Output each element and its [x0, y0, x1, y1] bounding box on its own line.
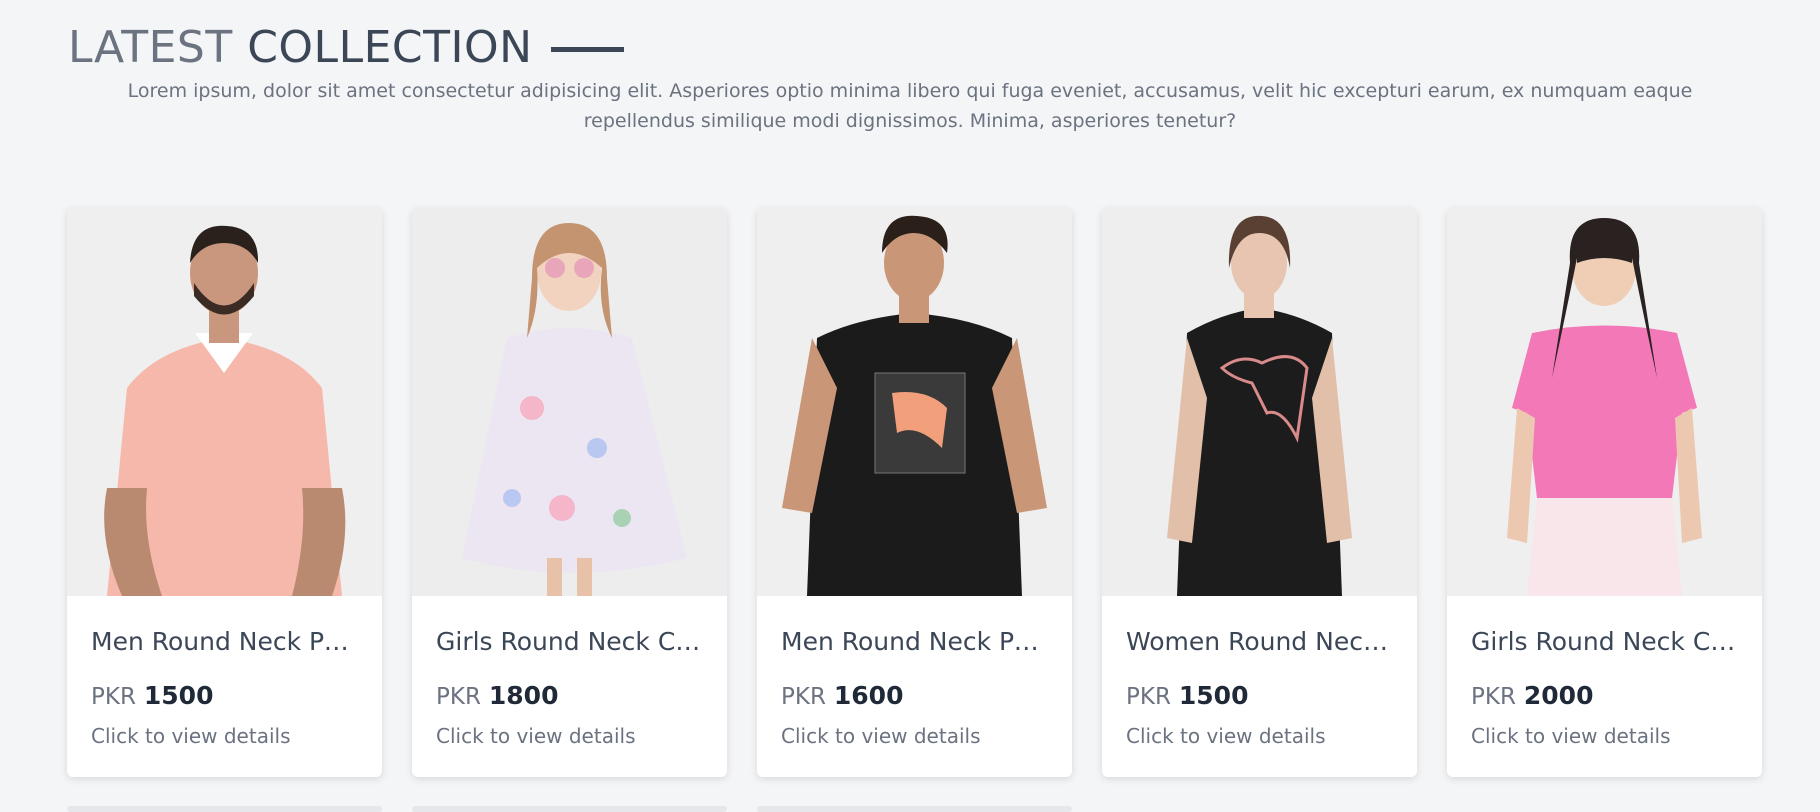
price-value: 2000 — [1523, 681, 1594, 710]
product-price: PKR 1800 — [436, 680, 703, 713]
product-card[interactable]: Men Round Neck Pu... PKR 1600 Click to v… — [757, 208, 1072, 777]
person-illustration — [412, 208, 727, 596]
person-illustration — [1447, 208, 1762, 596]
price-value: 1500 — [143, 681, 214, 710]
product-price: PKR 1600 — [781, 680, 1048, 713]
view-details-link[interactable]: Click to view details — [781, 723, 1048, 749]
product-card[interactable]: Girls Round Neck Co... PKR 1800 Click to… — [412, 208, 727, 777]
person-illustration — [1102, 208, 1417, 596]
next-row-card-edge — [412, 806, 727, 812]
view-details-link[interactable]: Click to view details — [1126, 723, 1393, 749]
product-image[interactable] — [757, 208, 1072, 596]
product-card[interactable]: Women Round Neck... PKR 1500 Click to vi… — [1102, 208, 1417, 777]
product-name[interactable]: Men Round Neck Pu... — [91, 626, 358, 658]
section-title: LATEST COLLECTION — [68, 20, 533, 76]
view-details-link[interactable]: Click to view details — [1471, 723, 1738, 749]
product-grid: Men Round Neck Pu... PKR 1500 Click to v… — [67, 208, 1762, 777]
product-image[interactable] — [1447, 208, 1762, 596]
price-value: 1500 — [1178, 681, 1249, 710]
view-details-link[interactable]: Click to view details — [436, 723, 703, 749]
product-card[interactable]: Girls Round Neck Co... PKR 2000 Click to… — [1447, 208, 1762, 777]
title-light: LATEST — [68, 22, 233, 73]
section-description: Lorem ipsum, dolor sit amet consectetur … — [127, 80, 1693, 132]
price-currency: PKR — [1471, 684, 1516, 710]
product-price: PKR 1500 — [1126, 680, 1393, 713]
product-name[interactable]: Men Round Neck Pu... — [781, 626, 1048, 658]
price-currency: PKR — [436, 684, 481, 710]
product-image[interactable] — [412, 208, 727, 596]
person-illustration — [757, 208, 1072, 596]
product-price: PKR 1500 — [91, 680, 358, 713]
title-dark: COLLECTION — [247, 22, 533, 73]
price-currency: PKR — [1126, 684, 1171, 710]
product-image[interactable] — [67, 208, 382, 596]
price-currency: PKR — [91, 684, 136, 710]
view-details-link[interactable]: Click to view details — [91, 723, 358, 749]
price-currency: PKR — [781, 684, 826, 710]
product-name[interactable]: Girls Round Neck Co... — [436, 626, 703, 658]
product-card[interactable]: Men Round Neck Pu... PKR 1500 Click to v… — [67, 208, 382, 777]
product-name[interactable]: Women Round Neck... — [1126, 626, 1393, 658]
price-value: 1600 — [833, 681, 904, 710]
person-illustration — [67, 208, 382, 596]
product-price: PKR 2000 — [1471, 680, 1738, 713]
title-underline — [550, 46, 624, 52]
section-header: LATEST COLLECTION — [68, 20, 624, 76]
next-row-card-edge — [67, 806, 382, 812]
product-image[interactable] — [1102, 208, 1417, 596]
product-name[interactable]: Girls Round Neck Co... — [1471, 626, 1738, 658]
next-row-card-edge — [757, 806, 1072, 812]
price-value: 1800 — [488, 681, 559, 710]
